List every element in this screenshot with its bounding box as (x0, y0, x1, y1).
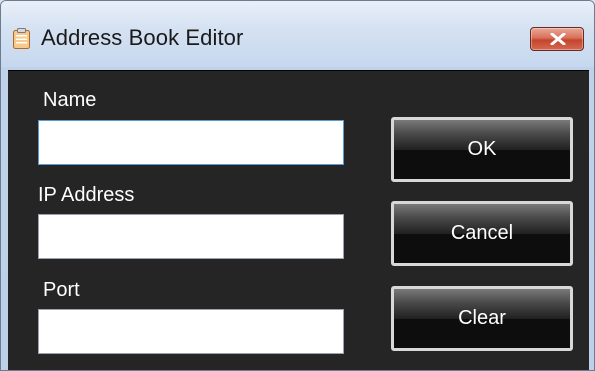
address-book-editor-window: Address Book Editor Name IP Address Port… (0, 0, 595, 371)
name-input[interactable] (38, 120, 344, 165)
ip-address-input[interactable] (38, 214, 344, 259)
close-icon (550, 33, 566, 45)
cancel-button[interactable]: Cancel (391, 201, 573, 266)
ip-address-label: IP Address (38, 184, 135, 206)
port-label: Port (43, 279, 80, 301)
title-bar[interactable]: Address Book Editor (1, 1, 594, 67)
port-input[interactable] (38, 309, 344, 354)
window-title: Address Book Editor (41, 25, 244, 50)
ok-button-label: OK (467, 138, 497, 160)
clear-button-label: Clear (458, 307, 506, 329)
name-label: Name (43, 89, 97, 111)
ok-button[interactable]: OK (391, 117, 573, 182)
dialog-body: Name IP Address Port OK Cancel Clear (8, 70, 589, 370)
cancel-button-label: Cancel (450, 222, 514, 244)
clipboard-icon (13, 28, 30, 49)
clear-button[interactable]: Clear (391, 286, 573, 351)
close-button[interactable] (530, 27, 584, 51)
